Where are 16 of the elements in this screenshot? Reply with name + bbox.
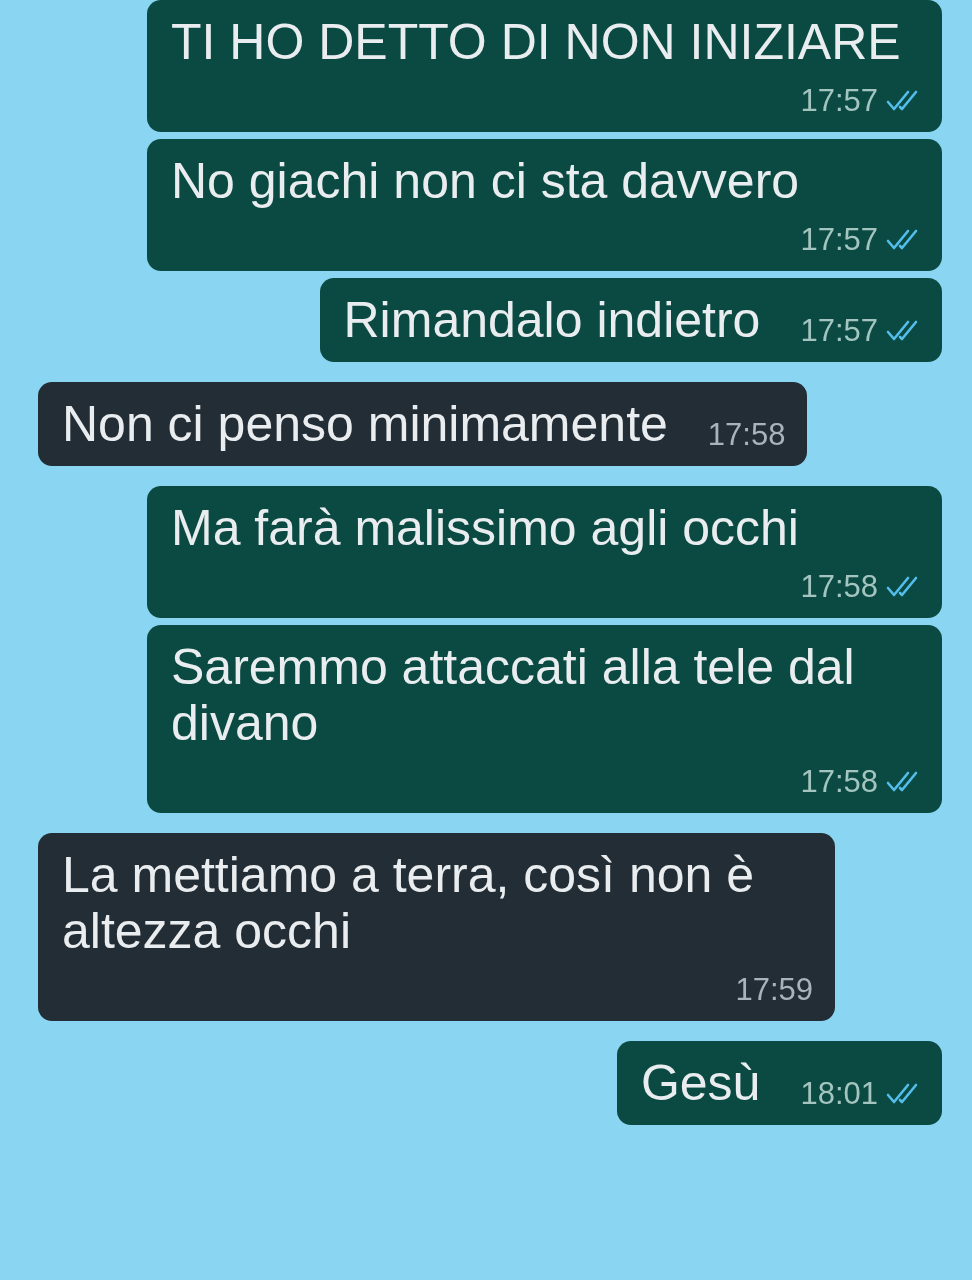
message-text: Ma farà malissimo agli occhi	[171, 500, 799, 556]
message-text: Gesù	[640, 1055, 761, 1111]
message-text: TI HO DETTO DI NON INIZIARE	[171, 14, 901, 70]
message-time: 17:57	[800, 223, 878, 257]
message-text: No giachi non ci sta davvero	[171, 153, 800, 209]
message-time: 17:59	[735, 973, 813, 1007]
message-time: 17:57	[800, 314, 878, 348]
message-text: Saremmo attaccati alla tele dal divano	[171, 639, 856, 751]
message-text: La mettiamo a terra, così non è altezza occhi	[62, 847, 756, 959]
message-time: 17:57	[800, 84, 878, 118]
message-text: Rimandalo indietro	[343, 292, 761, 348]
message-time: 17:58	[800, 570, 878, 604]
message-text: Non ci penso minimamente	[62, 396, 668, 452]
message-time: 18:01	[800, 1077, 878, 1111]
message-time: 17:58	[800, 765, 878, 799]
message-time: 17:58	[707, 418, 786, 452]
